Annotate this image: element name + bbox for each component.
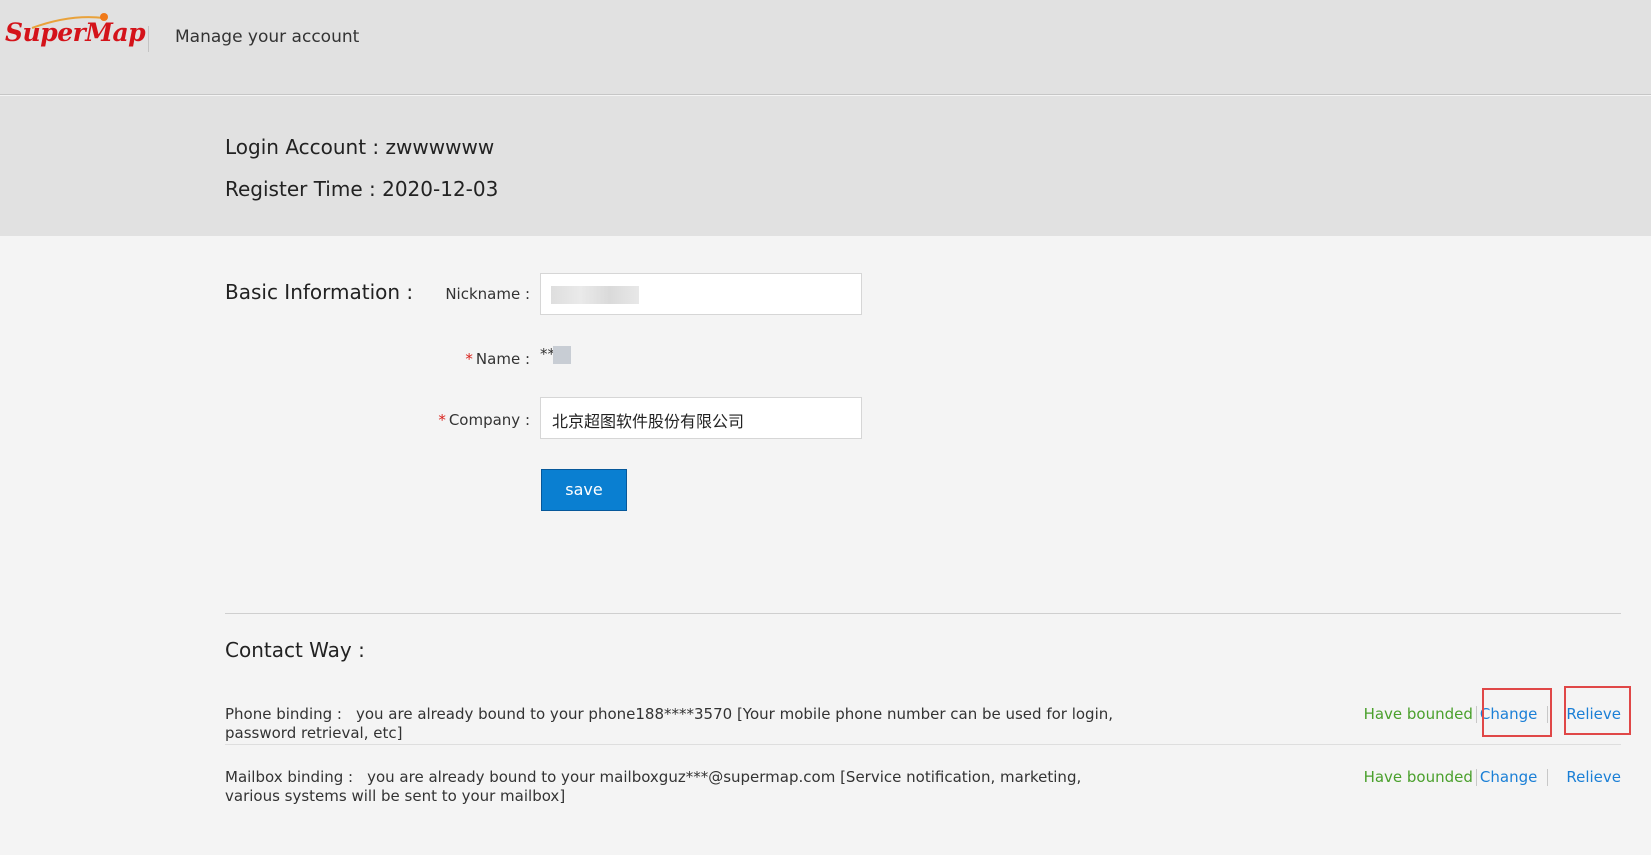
action-divider [1475, 706, 1477, 723]
mailbox-relieve-link[interactable]: Relieve [1566, 768, 1621, 786]
page-title: Manage your account [175, 27, 360, 47]
supermap-logo[interactable]: SuperMap [5, 18, 146, 47]
required-mark: * [465, 350, 473, 368]
name-redacted-block [553, 345, 571, 364]
mailbox-binding-row: Mailbox binding : you are already bound t… [225, 768, 1621, 806]
nickname-redacted-value [551, 286, 639, 304]
row-divider [225, 744, 1621, 745]
action-divider [1547, 769, 1549, 786]
mailbox-binding-text: Mailbox binding : you are already bound t… [225, 768, 1135, 806]
name-label: * Name : [400, 350, 530, 368]
register-time: Register Time : 2020-12-03 [225, 177, 498, 201]
phone-binding-label: Phone binding : [225, 705, 342, 723]
company-input[interactable]: 北京超图软件股份有限公司 [540, 397, 862, 439]
relieve-highlight-box [1564, 686, 1631, 735]
name-label-text: Name : [475, 350, 530, 368]
header-divider [148, 26, 149, 52]
company-label-text: Company : [448, 411, 530, 429]
login-account-label: Login Account : [225, 135, 386, 159]
save-button[interactable]: save [541, 469, 627, 511]
login-account-value: zwwwwww [385, 135, 495, 159]
login-account: Login Account : zwwwwww [225, 135, 494, 159]
register-time-label: Register Time : [225, 177, 383, 201]
section-divider [225, 613, 1621, 614]
phone-binding-description: you are already bound to your phone188**… [225, 705, 1114, 742]
phone-binding-text: Phone binding : you are already bound to … [225, 705, 1135, 743]
phone-binding-row: Phone binding : you are already bound to … [225, 705, 1621, 743]
mailbox-change-link[interactable]: Change [1480, 768, 1537, 786]
mailbox-binding-description: you are already bound to your mailboxguz… [225, 768, 1082, 805]
account-summary: Login Account : zwwwwww Register Time : … [0, 96, 1651, 236]
phone-binding-status: Have bounded [1363, 705, 1473, 723]
contact-way-title: Contact Way : [225, 638, 365, 662]
mailbox-binding-status: Have bounded [1363, 768, 1473, 786]
name-value: ** [540, 345, 571, 364]
top-header: SuperMap Manage your account [0, 0, 1651, 95]
register-time-value: 2020-12-03 [382, 177, 499, 201]
change-highlight-box [1482, 688, 1552, 737]
nickname-label: Nickname : [445, 285, 530, 303]
action-divider [1475, 769, 1477, 786]
basic-info-title: Basic Information : [225, 280, 414, 304]
nickname-input[interactable] [540, 273, 862, 315]
company-label: * Company : [400, 411, 530, 429]
required-mark: * [438, 411, 446, 429]
mailbox-binding-actions: Have bounded Change Relieve [1364, 768, 1621, 787]
mailbox-binding-label: Mailbox binding : [225, 768, 354, 786]
